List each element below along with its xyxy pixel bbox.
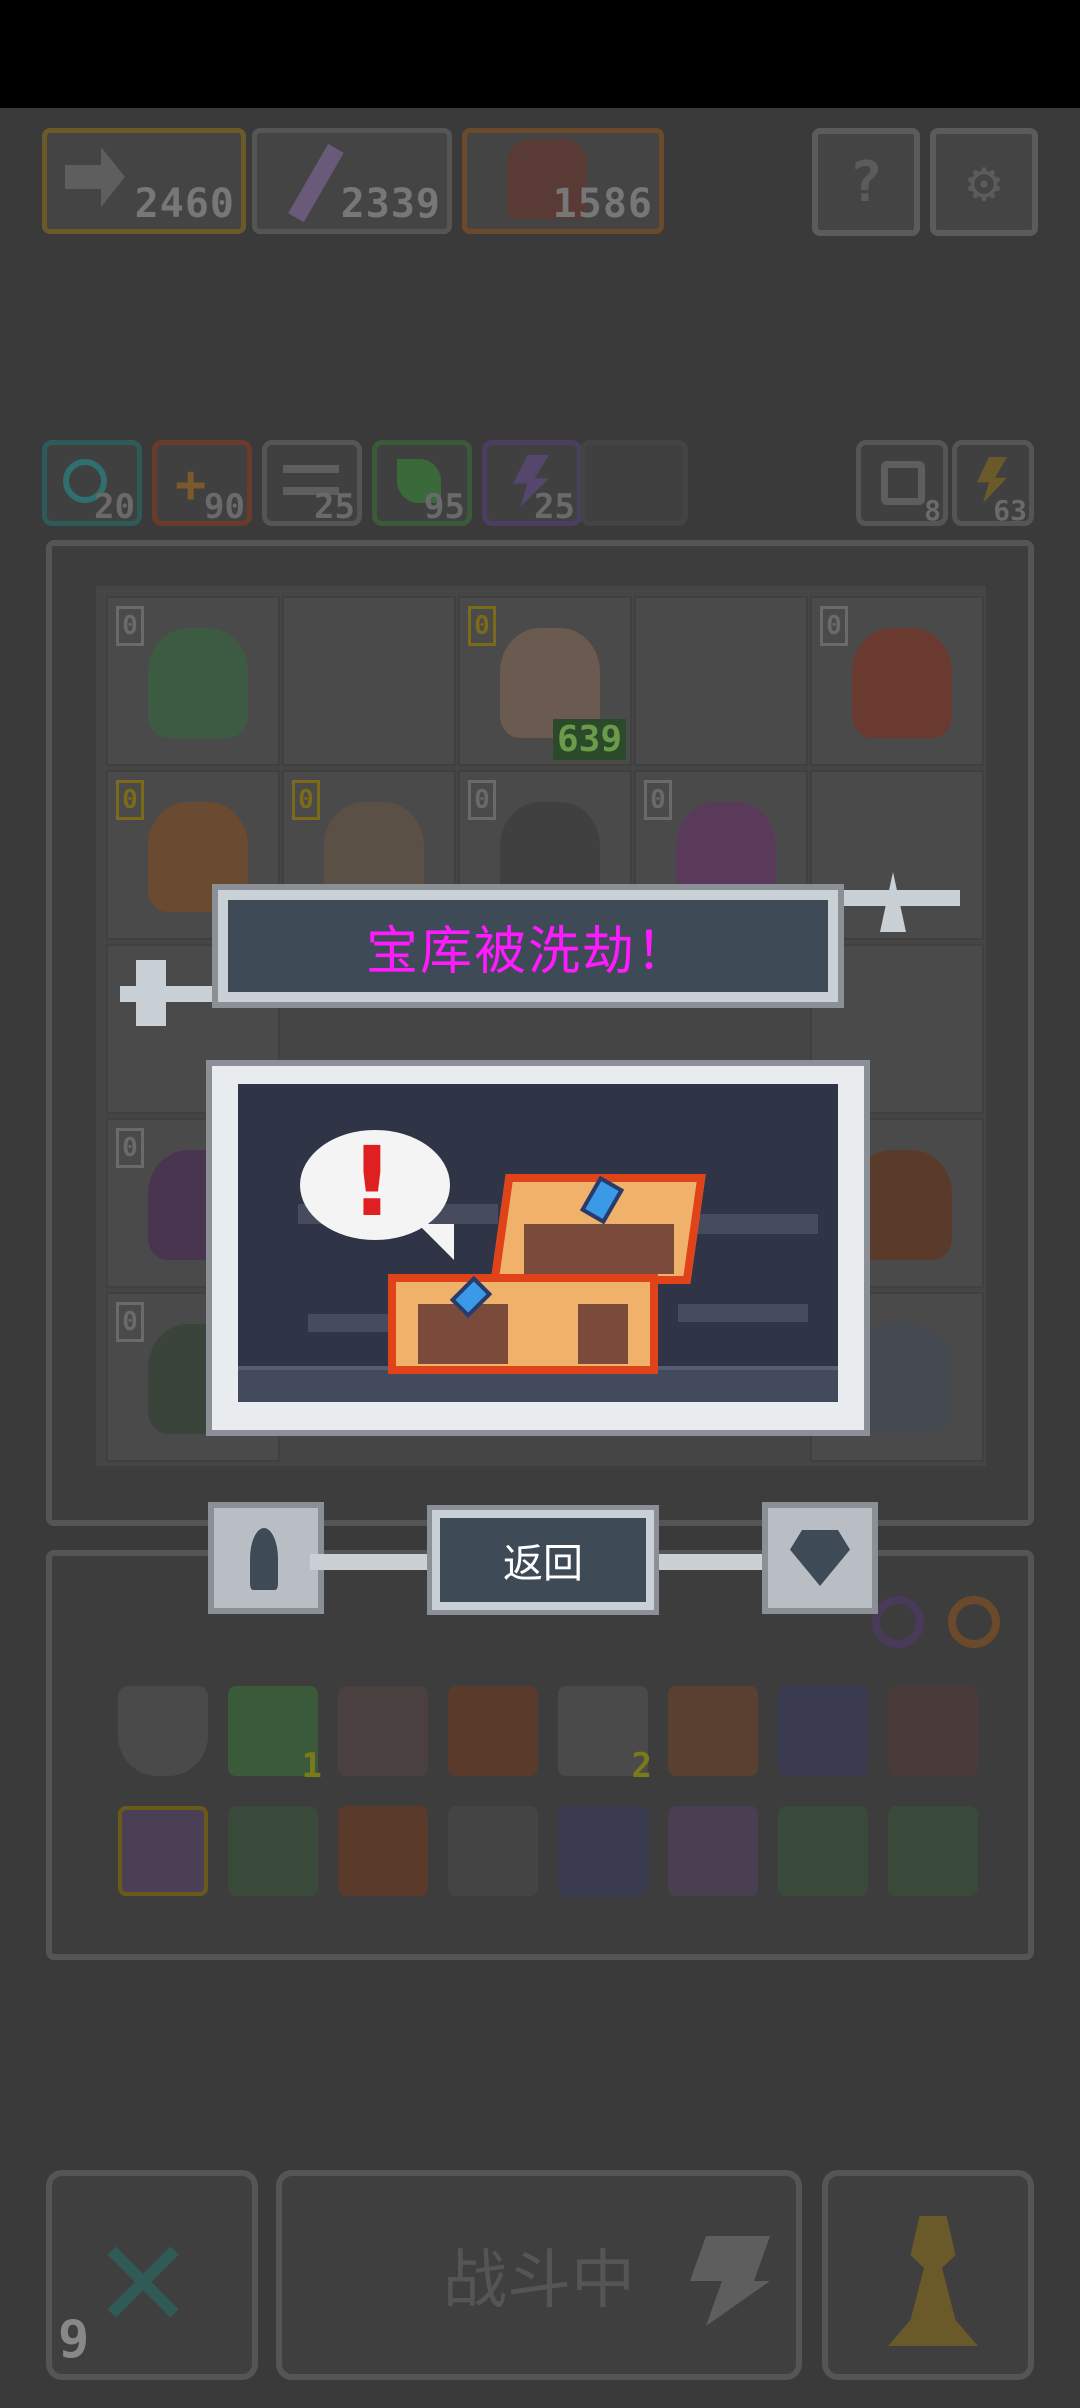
inventory-item-lever[interactable] xyxy=(448,1806,538,1896)
inventory-item-water-scroll[interactable] xyxy=(778,1686,868,1776)
illustration-scene: ! xyxy=(238,1084,838,1402)
inventory-item-water-scroll-2[interactable] xyxy=(558,1806,648,1896)
battle-label: 战斗中 xyxy=(443,2244,635,2318)
inventory-item-green-arrow[interactable] xyxy=(778,1806,868,1896)
return-button[interactable]: 返回 xyxy=(432,1510,654,1610)
unit-hp: 639 xyxy=(552,719,626,760)
inventory-panel: 1 2 xyxy=(46,1550,1034,1960)
cell-level: 0 xyxy=(116,1128,144,1168)
status-bar xyxy=(0,0,1080,108)
inventory-item-fire-orb[interactable] xyxy=(338,1806,428,1896)
stat-value-enemy: 1586 xyxy=(552,181,653,227)
inventory-item-rune-scroll[interactable] xyxy=(888,1806,978,1896)
staff-icon xyxy=(288,143,344,223)
cell-level: 0 xyxy=(116,780,144,820)
inventory-item-hammer[interactable] xyxy=(338,1686,428,1776)
unit-sprite xyxy=(852,628,952,738)
coin-icon xyxy=(948,1596,1000,1648)
stat-badge-weapon: 2339 xyxy=(252,128,452,234)
item-count: 1 xyxy=(301,1746,322,1786)
chest-body-inner-2 xyxy=(578,1304,628,1364)
inventory-item-arrow[interactable] xyxy=(888,1686,978,1776)
item-count: 2 xyxy=(631,1746,652,1786)
inventory-item-fire-scroll[interactable] xyxy=(668,1686,758,1776)
resource-chip-1: 20 xyxy=(42,440,142,527)
swap-icon xyxy=(690,2236,770,2326)
inventory-item-lion[interactable] xyxy=(448,1686,538,1776)
refresh-count: 8 xyxy=(924,494,941,527)
inventory-item-purple-arrow[interactable] xyxy=(668,1806,758,1896)
refresh-button[interactable]: 8 xyxy=(856,440,948,527)
return-rod-right xyxy=(648,1554,768,1570)
resource-value-5: 25 xyxy=(534,487,575,527)
resource-chip-5: 25 xyxy=(482,440,582,527)
cell-level: 0 xyxy=(644,780,672,820)
cell-level: 0 xyxy=(116,606,144,646)
stat-badge-enemy: 1586 xyxy=(462,128,664,234)
ring-icon xyxy=(872,1596,924,1648)
return-label: 返回 xyxy=(503,1541,583,1587)
close-icon: ✕ xyxy=(98,2188,189,2362)
board-cell[interactable]: 0 xyxy=(810,596,984,766)
bolt-count: 63 xyxy=(993,494,1027,527)
unit-sprite xyxy=(148,628,248,738)
settings-button[interactable]: ⚙ xyxy=(930,128,1038,236)
stat-value-weapon: 2339 xyxy=(340,181,441,227)
stat-badge-power: 2460 xyxy=(42,128,246,234)
gem-tab[interactable] xyxy=(762,1502,878,1614)
diamond-icon xyxy=(790,1530,850,1586)
resource-value-2: 90 xyxy=(204,487,245,527)
cell-level: 0 xyxy=(468,606,496,646)
inventory-item-shield[interactable] xyxy=(118,1686,208,1776)
inventory-item-axe[interactable]: 2 xyxy=(558,1686,652,1786)
resource-chip-3: 25 xyxy=(262,440,362,527)
resource-value-4: 95 xyxy=(424,487,465,527)
resource-chip-empty xyxy=(580,440,688,526)
resource-value-3: 25 xyxy=(314,487,355,527)
banner-post-left xyxy=(136,960,166,1026)
return-rod-left xyxy=(310,1554,440,1570)
resource-chip-2: + 90 xyxy=(152,440,252,527)
treasure-chest-icon xyxy=(388,1174,728,1374)
refresh-icon xyxy=(881,461,925,505)
chest-lid-inner xyxy=(524,1224,674,1274)
resource-chip-4: 95 xyxy=(372,440,472,527)
info-icon xyxy=(250,1528,278,1590)
illustration-frame: ! xyxy=(206,1060,870,1436)
cell-level: 0 xyxy=(292,780,320,820)
cell-level: 0 xyxy=(820,606,848,646)
close-button[interactable]: ✕ 9 xyxy=(46,2170,258,2380)
inventory-item-staff[interactable] xyxy=(118,1806,208,1896)
resource-value-1: 20 xyxy=(94,487,135,527)
gear-icon: ⚙ xyxy=(967,149,1001,215)
cell-level: 0 xyxy=(468,780,496,820)
modal-title-bar: 宝库被洗劫！ xyxy=(218,890,838,1002)
plus-icon: + xyxy=(175,455,207,515)
cell-level: 0 xyxy=(116,1302,144,1342)
board-cell[interactable] xyxy=(634,596,808,766)
help-icon: ? xyxy=(849,149,883,215)
pawn-icon xyxy=(888,2216,978,2346)
help-button[interactable]: ? xyxy=(812,128,920,236)
bolt-counter: 63 xyxy=(952,440,1034,527)
stat-value-power: 2460 xyxy=(134,181,235,227)
board-cell[interactable] xyxy=(282,596,456,766)
close-count: 9 xyxy=(58,2310,90,2370)
board-cell[interactable]: 0 639 xyxy=(458,596,632,766)
inventory-item-gem[interactable]: 1 xyxy=(228,1686,322,1786)
hero-button[interactable] xyxy=(822,2170,1034,2380)
battle-button[interactable]: 战斗中 xyxy=(276,2170,802,2380)
pointer-icon xyxy=(65,147,125,207)
info-tab[interactable] xyxy=(208,1502,324,1614)
inventory-item-nature-scroll[interactable] xyxy=(228,1806,318,1896)
board-cell[interactable]: 0 xyxy=(106,596,280,766)
modal-title: 宝库被洗劫！ xyxy=(365,921,690,982)
